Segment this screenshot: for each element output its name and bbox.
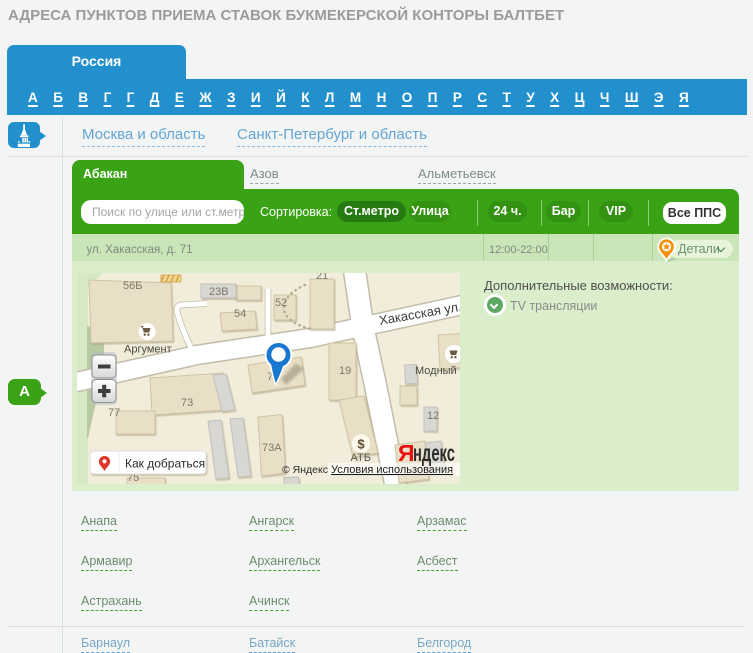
svg-text:54: 54 (234, 308, 246, 320)
svg-text:19: 19 (339, 365, 351, 377)
svg-text:21: 21 (316, 273, 328, 282)
svg-text:Аргумент: Аргумент (124, 344, 172, 356)
svg-text:73: 73 (181, 397, 193, 409)
svg-text:73А: 73А (262, 442, 282, 454)
svg-text:$: $ (357, 437, 365, 452)
svg-text:12: 12 (427, 410, 439, 422)
svg-text:АТБ: АТБ (351, 452, 371, 464)
svg-text:52: 52 (275, 297, 287, 309)
svg-text:56Б: 56Б (123, 280, 142, 292)
svg-text:Модный баз: Модный баз (415, 365, 460, 377)
svg-text:23В: 23В (209, 286, 229, 298)
svg-text:© Яндекс: © Яндекс (282, 464, 328, 476)
svg-text:Как добраться: Как добраться (125, 457, 205, 471)
svg-text:77: 77 (108, 407, 120, 419)
svg-text:ндекс: ндекс (413, 440, 455, 466)
